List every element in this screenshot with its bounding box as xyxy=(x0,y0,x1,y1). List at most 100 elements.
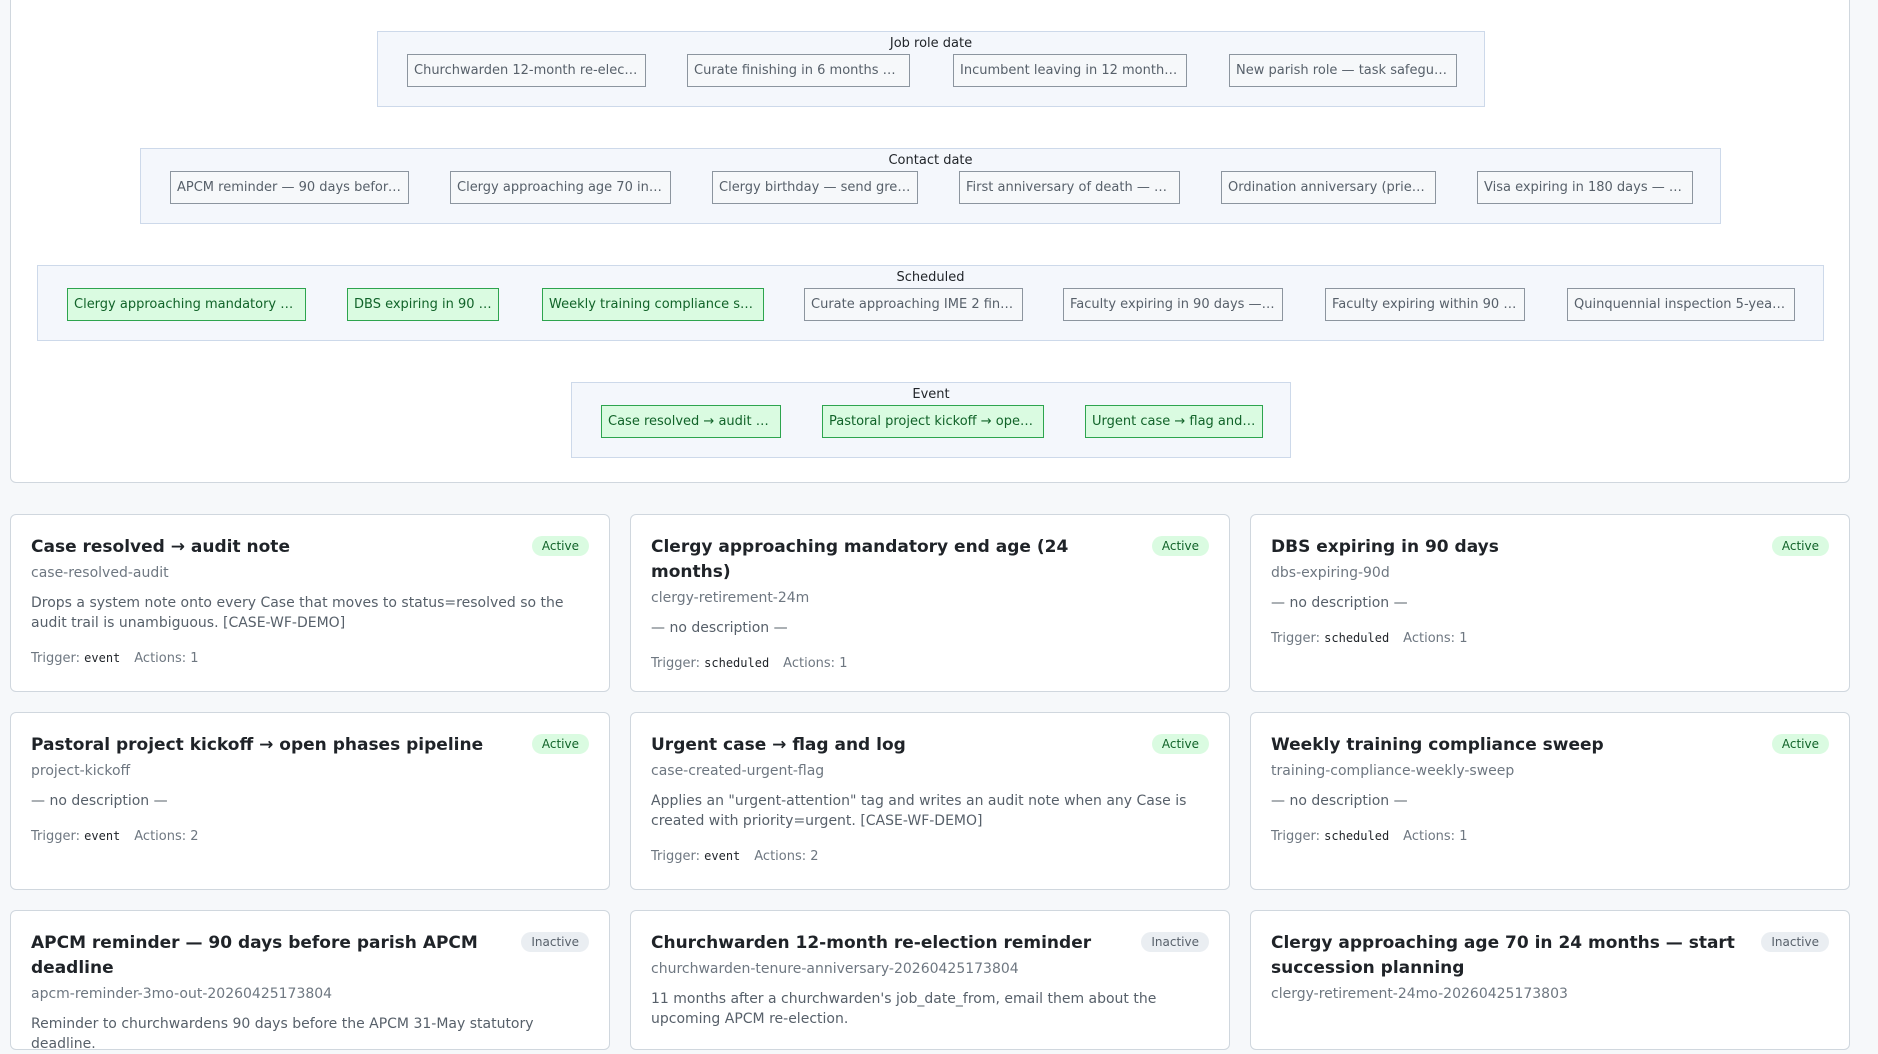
workflow-slug: training-compliance-weekly-sweep xyxy=(1271,763,1515,779)
workflow-graph-panel: Job role date Churchwarden 12-month re-e… xyxy=(10,0,1850,483)
workflow-card[interactable]: Churchwarden 12-month re-election remind… xyxy=(630,910,1230,1050)
workflow-card[interactable]: Case resolved → audit note Active case-r… xyxy=(10,514,610,692)
graph-group-title: Scheduled xyxy=(896,270,965,285)
status-badge: Active xyxy=(531,536,589,556)
graph-group-title: Contact date xyxy=(888,153,973,168)
workflow-card[interactable]: Pastoral project kickoff → open phases p… xyxy=(10,712,610,890)
trigger-value: event xyxy=(84,651,121,665)
workflow-title: Case resolved → audit note xyxy=(31,537,290,557)
workflow-title: Churchwarden 12-month re-election remind… xyxy=(651,933,1092,953)
workflow-title: Weekly training compliance sweep xyxy=(1271,735,1604,755)
workflow-title: Pastoral project kickoff → open phases p… xyxy=(31,735,484,755)
trigger-label: Trigger: xyxy=(651,656,700,671)
trigger-label: Trigger: xyxy=(1271,829,1320,844)
workflow-meta: Trigger: event Actions: 2 xyxy=(651,849,1209,864)
graph-node[interactable]: Clergy approaching age 70 in 24... xyxy=(450,171,671,204)
graph-node[interactable]: Case resolved → audit note xyxy=(601,405,781,438)
workflow-slug: dbs-expiring-90d xyxy=(1271,565,1390,581)
workflow-description: — no description — xyxy=(651,620,788,636)
workflow-slug: churchwarden-tenure-anniversary-20260425… xyxy=(651,961,1019,977)
workflow-title: APCM reminder — 90 days before parish AP… xyxy=(31,933,478,978)
workflow-description: Applies an "urgent-attention" tag and wr… xyxy=(651,793,1187,829)
trigger-label: Trigger: xyxy=(651,849,700,864)
trigger-value: scheduled xyxy=(704,656,770,670)
workflow-card[interactable]: Urgent case → flag and log Active case-c… xyxy=(630,712,1230,890)
status-badge: Active xyxy=(1771,536,1829,556)
status-badge: Active xyxy=(1151,734,1209,754)
workflow-description: Drops a system note onto every Case that… xyxy=(31,595,564,631)
workflow-card[interactable]: Clergy approaching mandatory end age (24… xyxy=(630,514,1230,692)
workflow-meta: Trigger: scheduled Actions: 1 xyxy=(651,656,1209,671)
graph-node[interactable]: Incumbent leaving in 12 months —... xyxy=(953,54,1187,87)
graph-node[interactable]: Urgent case → flag and log xyxy=(1085,405,1263,438)
graph-group-title: Event xyxy=(912,387,950,402)
graph-node[interactable]: Visa expiring in 180 days — aler... xyxy=(1477,171,1693,204)
workflow-title: Clergy approaching mandatory end age (24… xyxy=(651,537,1069,582)
workflow-card[interactable]: Clergy approaching age 70 in 24 months —… xyxy=(1250,910,1850,1050)
actions-label: Actions: xyxy=(783,656,836,671)
graph-node[interactable]: APCM reminder — 90 days before p... xyxy=(170,171,409,204)
actions-count: 1 xyxy=(1459,829,1468,844)
status-badge: Active xyxy=(531,734,589,754)
workflow-card[interactable]: APCM reminder — 90 days before parish AP… xyxy=(10,910,610,1052)
workflow-meta: Trigger: scheduled Actions: 1 xyxy=(1271,829,1829,844)
trigger-value: event xyxy=(704,849,741,863)
workflow-meta: Trigger: scheduled Actions: 1 xyxy=(1271,631,1829,646)
graph-node[interactable]: Churchwarden 12-month re-electio... xyxy=(407,54,646,87)
actions-label: Actions: xyxy=(134,651,187,666)
actions-count: 1 xyxy=(1459,631,1468,646)
actions-count: 2 xyxy=(810,849,819,864)
status-badge: Active xyxy=(1151,536,1209,556)
actions-label: Actions: xyxy=(1403,829,1456,844)
status-badge: Active xyxy=(1771,734,1829,754)
graph-node[interactable]: Clergy birthday — send greeting xyxy=(712,171,918,204)
graph-node[interactable]: Curate approaching IME 2 finish... xyxy=(804,288,1023,321)
workflow-title: Urgent case → flag and log xyxy=(651,735,906,755)
workflow-meta: Trigger: event Actions: 2 xyxy=(31,829,589,844)
graph-node[interactable]: Ordination anniversary (priest)... xyxy=(1221,171,1436,204)
graph-node[interactable]: Pastoral project kickoff → open... xyxy=(822,405,1044,438)
status-badge: Inactive xyxy=(1761,932,1829,952)
status-badge: Inactive xyxy=(1141,932,1209,952)
workflow-title: Clergy approaching age 70 in 24 months —… xyxy=(1271,933,1735,978)
workflow-description: 11 months after a churchwarden's job_dat… xyxy=(651,991,1157,1027)
workflow-slug: project-kickoff xyxy=(31,763,131,779)
graph-group-job-role-date: Job role date Churchwarden 12-month re-e… xyxy=(377,31,1485,107)
workflow-slug: apcm-reminder-3mo-out-20260425173804 xyxy=(31,986,333,1002)
graph-node[interactable]: Curate finishing in 6 months — e... xyxy=(687,54,910,87)
graph-node[interactable]: New parish role — task safeguard... xyxy=(1229,54,1457,87)
workflow-description: Reminder to churchwardens 90 days before… xyxy=(31,1016,534,1052)
workflow-slug: case-created-urgent-flag xyxy=(651,763,825,779)
graph-node[interactable]: First anniversary of death — pas... xyxy=(959,171,1180,204)
trigger-value: scheduled xyxy=(1324,631,1390,645)
graph-group-scheduled: Scheduled Clergy approaching mandatory e… xyxy=(37,265,1824,341)
status-badge: Inactive xyxy=(521,932,589,952)
actions-label: Actions: xyxy=(1403,631,1456,646)
trigger-label: Trigger: xyxy=(31,829,80,844)
graph-node[interactable]: Weekly training compliance sweep xyxy=(542,288,764,321)
workflow-title: DBS expiring in 90 days xyxy=(1271,537,1499,557)
actions-count: 2 xyxy=(190,829,199,844)
graph-node[interactable]: Faculty expiring in 90 days — ta... xyxy=(1063,288,1283,321)
graph-node[interactable]: Quinquennial inspection 5-year a... xyxy=(1567,288,1795,321)
workflow-card[interactable]: DBS expiring in 90 days Active dbs-expir… xyxy=(1250,514,1850,692)
workflow-slug: clergy-retirement-24mo-20260425173803 xyxy=(1271,986,1568,1002)
workflow-description: — no description — xyxy=(31,793,168,809)
workflow-description: — no description — xyxy=(1271,595,1408,611)
graph-node[interactable]: Faculty expiring within 90 days xyxy=(1325,288,1525,321)
trigger-label: Trigger: xyxy=(31,651,80,666)
actions-count: 1 xyxy=(190,651,199,666)
workflow-meta: Trigger: event Actions: 1 xyxy=(31,651,589,666)
trigger-value: scheduled xyxy=(1324,829,1390,843)
workflow-slug: case-resolved-audit xyxy=(31,565,169,581)
workflow-description: — no description — xyxy=(1271,793,1408,809)
actions-label: Actions: xyxy=(134,829,187,844)
trigger-value: event xyxy=(84,829,121,843)
actions-label: Actions: xyxy=(754,849,807,864)
actions-count: 1 xyxy=(839,656,848,671)
trigger-label: Trigger: xyxy=(1271,631,1320,646)
graph-node[interactable]: DBS expiring in 90 days xyxy=(347,288,499,321)
graph-node[interactable]: Clergy approaching mandatory end... xyxy=(67,288,306,321)
workflow-card[interactable]: Weekly training compliance sweep Active … xyxy=(1250,712,1850,890)
graph-group-event: Event Case resolved → audit note Pastora… xyxy=(571,382,1291,458)
